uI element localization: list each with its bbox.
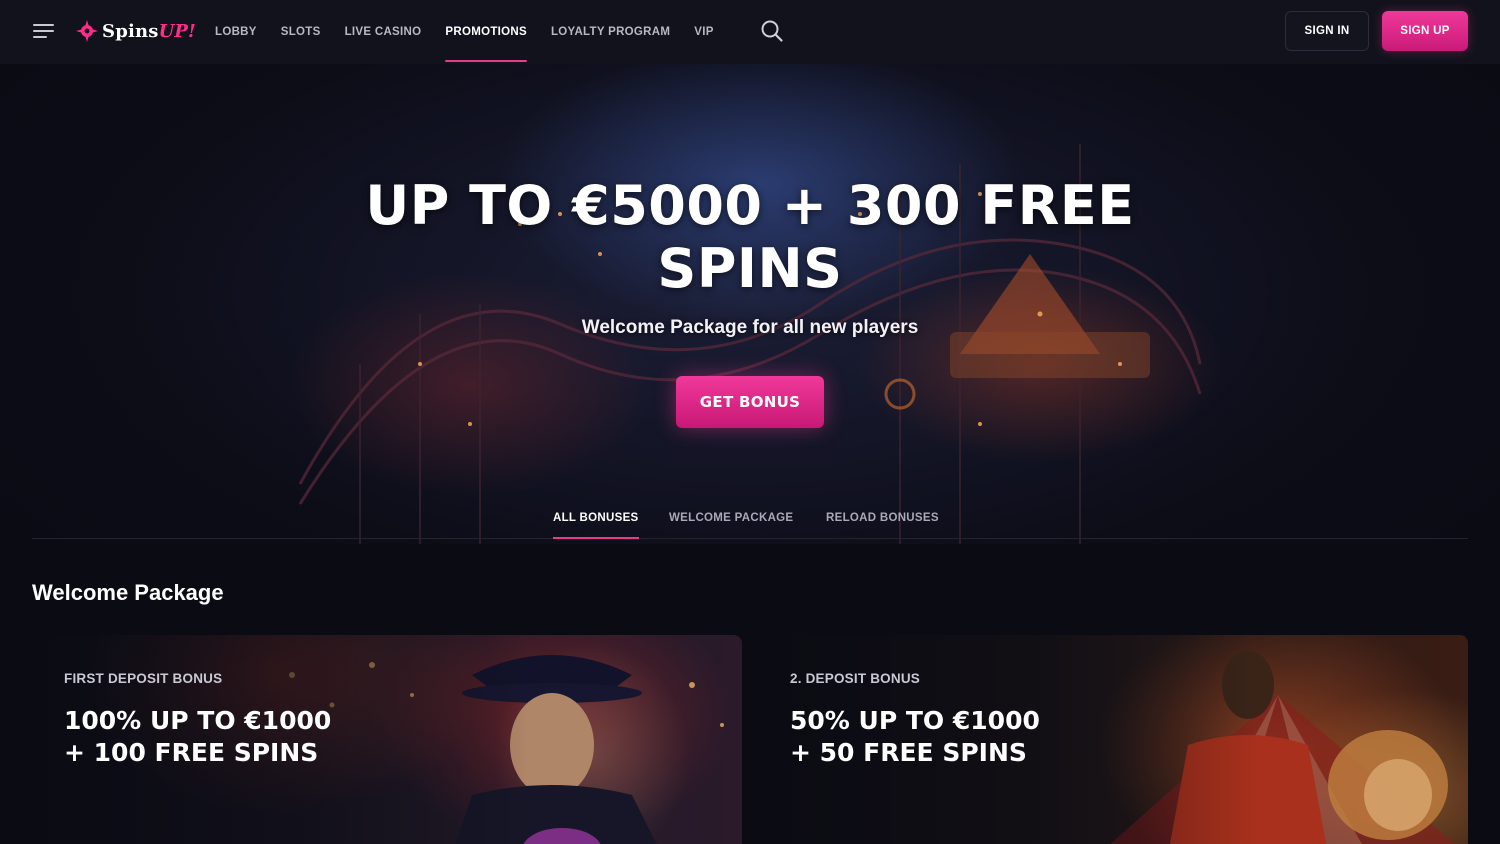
- logo-text-spins: Spins: [102, 20, 159, 42]
- tab-welcome-package[interactable]: WELCOME PACKAGE: [669, 505, 793, 539]
- hero-title: UP TO €5000 + 300 FREE SPINS: [300, 174, 1200, 300]
- sign-in-button[interactable]: SIGN IN: [1285, 11, 1369, 51]
- hero-background-art: [298, 144, 1202, 544]
- hero-banner: UP TO €5000 + 300 FREE SPINS Welcome Pac…: [0, 64, 1500, 544]
- card-headline: 50% UP TO €1000 + 50 FREE SPINS: [790, 705, 1210, 769]
- tab-reload-bonuses[interactable]: RELOAD BONUSES: [826, 505, 939, 539]
- hero-title-line1: UP TO €5000 + 300 FREE: [365, 174, 1135, 237]
- sign-up-button[interactable]: SIGN UP: [1382, 11, 1468, 51]
- get-bonus-button[interactable]: GET BONUS: [676, 376, 824, 428]
- hero-subtitle: Welcome Package for all new players: [581, 317, 919, 338]
- card-headline-line2: + 50 FREE SPINS: [790, 738, 1027, 767]
- nav-loyalty-program[interactable]: LOYALTY PROGRAM: [551, 0, 670, 64]
- main-nav: LOBBY SLOTS LIVE CASINO PROMOTIONS LOYAL…: [215, 0, 738, 64]
- hero-title-line2: SPINS: [657, 237, 843, 300]
- card-kicker: FIRST DEPOSIT BONUS: [64, 671, 223, 686]
- nav-slots[interactable]: SLOTS: [281, 0, 321, 64]
- nav-vip[interactable]: VIP: [694, 0, 713, 64]
- card-headline-line2: + 100 FREE SPINS: [64, 738, 319, 767]
- top-header: Spins UP! LOBBY SLOTS LIVE CASINO PROMOTI…: [0, 0, 1500, 64]
- card-headline-line1: 100% UP TO €1000: [64, 706, 332, 735]
- logo-text-up: UP!: [158, 20, 196, 42]
- card-headline-line1: 50% UP TO €1000: [790, 706, 1040, 735]
- site-logo[interactable]: Spins UP!: [74, 16, 196, 46]
- card-headline: 100% UP TO €1000 + 100 FREE SPINS: [64, 705, 484, 769]
- section-title: Welcome Package: [32, 580, 224, 605]
- bonus-card-second-deposit[interactable]: 2. DEPOSIT BONUS 50% UP TO €1000 + 50 FR…: [758, 635, 1468, 844]
- menu-icon[interactable]: [33, 23, 54, 39]
- search-icon[interactable]: [760, 19, 784, 43]
- nav-lobby[interactable]: LOBBY: [215, 0, 257, 64]
- nav-live-casino[interactable]: LIVE CASINO: [345, 0, 422, 64]
- bonus-card-first-deposit[interactable]: FIRST DEPOSIT BONUS 100% UP TO €1000 + 1…: [32, 635, 742, 844]
- tab-all-bonuses[interactable]: ALL BONUSES: [553, 505, 639, 539]
- logo-icon: [76, 20, 98, 42]
- card-kicker: 2. DEPOSIT BONUS: [790, 671, 920, 686]
- nav-promotions[interactable]: PROMOTIONS: [445, 0, 527, 64]
